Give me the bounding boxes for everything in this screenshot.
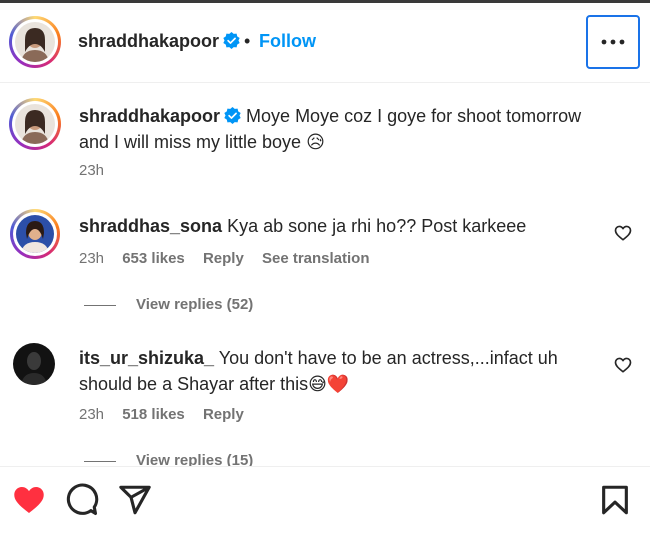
view-replies-label: View replies (52) — [136, 296, 254, 313]
caption-meta: 23h — [79, 162, 118, 179]
reply-button[interactable]: Reply — [203, 406, 244, 423]
comment-meta: 23h 653 likes Reply See translation — [79, 250, 384, 267]
caption-line-1: Moye Moye coz I goye for shoot tomorrow — [246, 106, 582, 126]
comment-bubble-icon[interactable] — [65, 483, 99, 517]
comment-text: its_ur_shizuka_ You don't have to be an … — [79, 345, 609, 397]
verified-badge-icon — [224, 107, 241, 124]
share-paper-plane-icon[interactable] — [118, 483, 152, 517]
profile-photo — [15, 104, 55, 144]
post-actions-bar — [0, 466, 650, 540]
caption-avatar[interactable] — [9, 98, 61, 150]
comment-like-heart-icon[interactable] — [614, 356, 632, 374]
bookmark-icon[interactable] — [598, 483, 632, 517]
more-options-icon — [601, 39, 625, 45]
comment-meta: 23h 518 likes Reply — [79, 406, 258, 423]
more-options-button[interactable] — [586, 15, 640, 69]
reply-button[interactable]: Reply — [203, 250, 244, 267]
view-replies-button[interactable]: View replies (52) — [84, 296, 253, 313]
comment-avatar-shraddhas-sona[interactable] — [10, 209, 60, 259]
replies-divider-line — [84, 304, 116, 306]
replies-divider-line — [84, 460, 116, 462]
caption-time: 23h — [79, 162, 105, 179]
profile-photo — [16, 215, 54, 253]
caption-username[interactable]: shraddhakapoor — [79, 106, 220, 126]
post-header: shraddhakapoor • Follow — [0, 3, 650, 83]
comment-likes-count[interactable]: 653 likes — [122, 250, 185, 267]
header-username[interactable]: shraddhakapoor — [78, 31, 240, 52]
comment-avatar-its-ur-shizuka[interactable] — [13, 343, 55, 385]
comment-body: Kya ab sone ja rhi ho?? Post karkeee — [227, 216, 527, 236]
caption-text: shraddhakapoor Moye Moye coz I goye for … — [79, 103, 619, 155]
caption-line-2: and I will miss my little boye 😥 — [79, 132, 325, 152]
comment-text: shraddhas_sona Kya ab sone ja rhi ho?? P… — [79, 213, 599, 239]
comment-time: 23h — [79, 250, 105, 267]
follow-button[interactable]: Follow — [259, 31, 316, 52]
separator-dot: • — [244, 31, 251, 51]
profile-photo — [15, 22, 55, 62]
header-avatar[interactable] — [9, 16, 61, 68]
comment-time: 23h — [79, 406, 105, 423]
comment-like-heart-icon[interactable] — [614, 224, 632, 242]
comment-body: You don't have to be an actress,...infac… — [218, 348, 558, 368]
comment-username[interactable]: shraddhas_sona — [79, 216, 222, 236]
comment-body-line-2: should be a Shayar after this😅❤️ — [79, 374, 350, 394]
see-translation-button[interactable]: See translation — [262, 250, 370, 267]
verified-badge-icon — [223, 32, 240, 49]
comment-likes-count[interactable]: 518 likes — [122, 406, 185, 423]
heart-filled-icon[interactable] — [12, 483, 46, 517]
comment-username[interactable]: its_ur_shizuka_ — [79, 348, 214, 368]
